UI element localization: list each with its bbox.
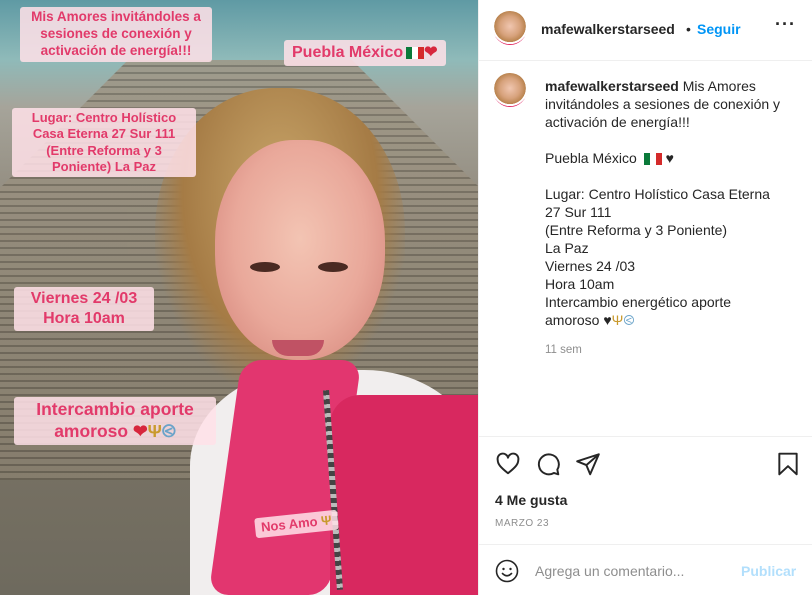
overlay-date-hour: Hora 10am bbox=[43, 310, 125, 327]
comment-icon[interactable] bbox=[535, 451, 561, 477]
caption-between: (Entre Reforma y 3 Poniente) bbox=[545, 222, 728, 238]
post-side-panel: mafewalkerstarseed • Seguir ··· mafewalk… bbox=[478, 0, 812, 595]
publish-button[interactable]: Publicar bbox=[741, 563, 796, 579]
follow-button[interactable]: Seguir bbox=[697, 21, 741, 37]
action-bar: 4 Me gusta MARZO 23 bbox=[479, 436, 812, 545]
overlay-date: Viernes 24 /03 Hora 10am bbox=[14, 287, 154, 331]
bookmark-icon[interactable] bbox=[775, 451, 801, 477]
caption-colonia: La Paz bbox=[545, 240, 589, 256]
red-heart-icon: ❤ bbox=[424, 44, 438, 61]
comment-bar: Publicar bbox=[479, 544, 812, 596]
caption-address: 27 Sur 111 bbox=[545, 204, 612, 220]
mouth bbox=[272, 340, 324, 356]
post-header: mafewalkerstarseed • Seguir ··· bbox=[479, 0, 812, 61]
overlay-exchange-line1: Intercambio aporte bbox=[36, 399, 194, 419]
post-date[interactable]: MARZO 23 bbox=[495, 518, 549, 529]
eye-left bbox=[250, 262, 280, 272]
caption-username[interactable]: mafewalkerstarseed bbox=[545, 78, 679, 94]
caption-time-ago[interactable]: 11 sem bbox=[545, 344, 582, 356]
caption-exchange-a: Intercambio energético aporte bbox=[545, 294, 731, 310]
shell-icon: ⧀ bbox=[161, 420, 176, 441]
red-heart-icon: ❤ bbox=[132, 420, 148, 441]
trident-icon: Ψ bbox=[147, 420, 162, 441]
black-heart-icon: ♥ bbox=[603, 312, 612, 328]
black-heart-icon: ♥ bbox=[665, 150, 674, 166]
caption-place-line: Puebla México ♥ bbox=[545, 149, 807, 167]
emoji-icon[interactable] bbox=[495, 559, 519, 583]
eye-right bbox=[318, 262, 348, 272]
comment-input[interactable] bbox=[535, 563, 725, 579]
caption-place: Puebla México bbox=[545, 150, 637, 166]
trident-icon: Ψ bbox=[320, 512, 333, 529]
mexico-flag-icon bbox=[643, 153, 662, 166]
header-separator: • bbox=[686, 21, 691, 37]
overlay-place-text: Puebla México bbox=[292, 44, 404, 61]
caption-lugar: Lugar: Centro Holístico Casa Eterna bbox=[545, 186, 770, 202]
trident-icon: Ψ bbox=[611, 312, 624, 328]
overlay-exchange-line2-wrap: amoroso ❤Ψ⧀ bbox=[20, 421, 210, 443]
overlay-nos-amo-text: Nos Amo bbox=[260, 513, 319, 535]
more-options-icon[interactable]: ··· bbox=[775, 14, 796, 35]
caption-day: Viernes 24 /03 bbox=[545, 258, 636, 274]
overlay-exchange: Intercambio aporte amoroso ❤Ψ⧀ bbox=[14, 397, 216, 445]
header-username[interactable]: mafewalkerstarseed bbox=[541, 21, 675, 37]
pink-scarf-right bbox=[330, 395, 478, 595]
post-photo[interactable]: Mis Amores invitándoles a sesiones de co… bbox=[0, 0, 478, 595]
overlay-address: Lugar: Centro Holístico Casa Eterna 27 S… bbox=[12, 108, 196, 177]
overlay-date-day: Viernes 24 /03 bbox=[30, 290, 138, 307]
share-icon[interactable] bbox=[575, 451, 601, 477]
caption-hour: Hora 10am bbox=[545, 276, 615, 292]
mexico-flag-icon bbox=[406, 46, 425, 59]
caption-exchange-line: amoroso ♥Ψ⧀ bbox=[545, 311, 807, 329]
shell-icon: ⧀ bbox=[623, 312, 635, 328]
heart-icon[interactable] bbox=[495, 451, 521, 477]
likes-count[interactable]: 4 Me gusta bbox=[495, 492, 567, 508]
avatar[interactable] bbox=[493, 11, 527, 45]
caption: mafewalkerstarseed Mis Amores invitándol… bbox=[545, 77, 807, 329]
face bbox=[215, 140, 385, 360]
overlay-invite-text: Mis Amores invitándoles a sesiones de co… bbox=[20, 7, 212, 62]
caption-avatar[interactable] bbox=[493, 73, 527, 107]
caption-exchange-b: amoroso bbox=[545, 312, 600, 328]
overlay-exchange-line2: amoroso bbox=[54, 420, 129, 441]
overlay-place: Puebla México ❤ bbox=[284, 40, 446, 66]
